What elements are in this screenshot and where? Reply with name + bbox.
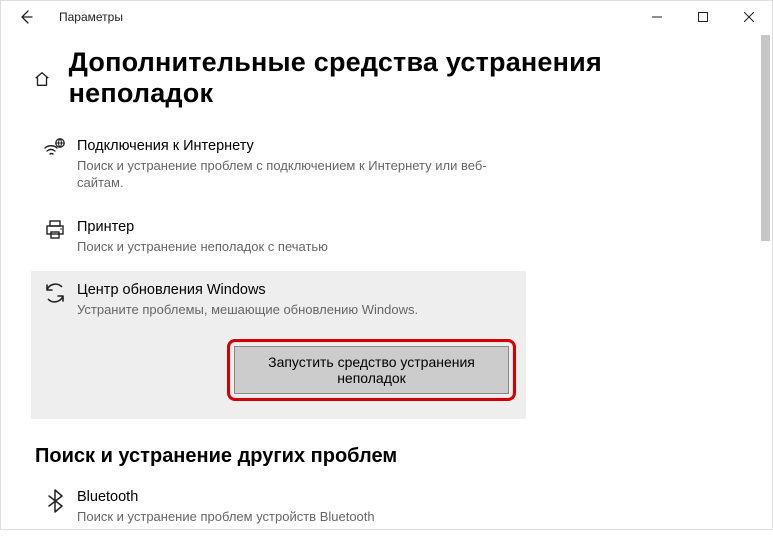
section-title-other: Поиск и устранение других проблем xyxy=(35,445,742,468)
home-icon xyxy=(33,70,51,88)
wifi-globe-icon xyxy=(43,137,67,161)
maximize-icon xyxy=(698,12,708,22)
troubleshooter-desc: Поиск и устранение неполадок с печатью xyxy=(77,238,328,256)
content-area: Подключения к Интернету Поиск и устранен… xyxy=(1,119,772,537)
minimize-icon xyxy=(652,12,662,22)
arrow-left-icon xyxy=(18,9,34,25)
highlight-frame: Запустить средство устранения неполадок xyxy=(227,339,516,401)
troubleshooter-title: Принтер xyxy=(77,218,328,237)
troubleshooter-title: Bluetooth xyxy=(77,488,375,507)
bluetooth-icon xyxy=(44,488,66,514)
troubleshooter-printer[interactable]: Принтер Поиск и устранение неполадок с п… xyxy=(31,208,742,267)
home-button[interactable] xyxy=(31,68,53,90)
refresh-icon xyxy=(43,281,67,305)
close-icon xyxy=(744,12,754,22)
troubleshooter-desc: Поиск и устранение проблем устройств Blu… xyxy=(77,508,375,526)
printer-icon xyxy=(43,218,67,242)
scrollbar-thumb[interactable] xyxy=(761,35,770,241)
troubleshooter-bluetooth[interactable]: Bluetooth Поиск и устранение проблем уст… xyxy=(31,478,742,537)
page-title: Дополнительные средства устранения непол… xyxy=(69,47,742,109)
troubleshooter-windows-update[interactable]: Центр обновления Windows Устраните пробл… xyxy=(31,271,526,418)
minimize-button[interactable] xyxy=(634,2,680,32)
troubleshooter-desc: Поиск и устранение проблем с подключение… xyxy=(77,157,497,192)
title-bar: Параметры xyxy=(1,1,772,33)
maximize-button[interactable] xyxy=(680,2,726,32)
troubleshooter-title: Центр обновления Windows xyxy=(77,281,516,300)
window-title: Параметры xyxy=(59,10,123,24)
run-troubleshooter-button[interactable]: Запустить средство устранения неполадок xyxy=(234,346,509,394)
troubleshooter-title: Подключения к Интернету xyxy=(77,137,497,156)
back-button[interactable] xyxy=(11,2,41,32)
troubleshooter-desc: Устраните проблемы, мешающие обновлению … xyxy=(77,301,497,319)
troubleshooter-internet[interactable]: Подключения к Интернету Поиск и устранен… xyxy=(31,127,742,204)
close-button[interactable] xyxy=(726,2,772,32)
page-header: Дополнительные средства устранения непол… xyxy=(1,33,772,119)
